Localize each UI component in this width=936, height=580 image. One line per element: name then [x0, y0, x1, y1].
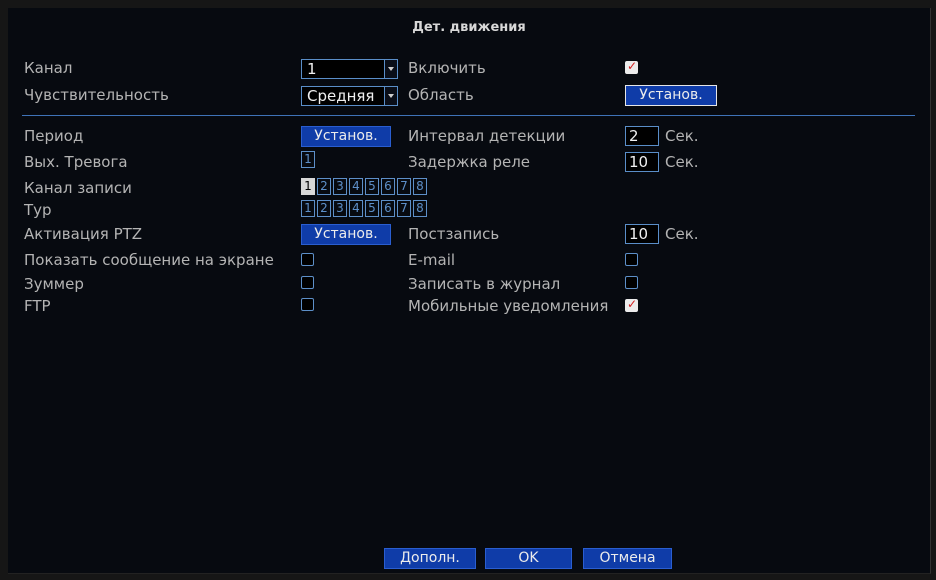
- show-message-label: Показать сообщение на экране: [24, 251, 274, 269]
- relay-delay-input[interactable]: 10: [625, 152, 659, 172]
- ok-button[interactable]: OK: [485, 548, 572, 569]
- record-channel-3-toggle[interactable]: 3: [333, 178, 347, 195]
- write-log-label: Записать в журнал: [408, 275, 561, 293]
- record-channel-6-toggle[interactable]: 6: [381, 178, 395, 195]
- divider: [22, 115, 915, 116]
- email-label: E-mail: [408, 251, 456, 269]
- tour-1-toggle[interactable]: 1: [301, 200, 315, 217]
- record-channel-2-toggle[interactable]: 2: [317, 178, 331, 195]
- tour-6-toggle[interactable]: 6: [381, 200, 395, 217]
- alarm-out-selector: 1: [301, 151, 315, 168]
- record-channel-1-toggle[interactable]: 1: [301, 178, 315, 195]
- record-channel-4-toggle[interactable]: 4: [349, 178, 363, 195]
- ptz-label: Активация PTZ: [24, 225, 143, 243]
- interval-unit: Сек.: [665, 127, 699, 145]
- buzzer-checkbox[interactable]: [301, 276, 314, 289]
- tour-label: Тур: [24, 201, 52, 219]
- chevron-down-icon[interactable]: [384, 60, 397, 78]
- enable-label: Включить: [408, 59, 486, 77]
- screen: Дет. движения Канал 1 Включить Чувствите…: [0, 0, 936, 580]
- region-label: Область: [408, 86, 474, 104]
- post-record-label: Постзапись: [408, 225, 500, 243]
- record-channel-7-toggle[interactable]: 7: [397, 178, 411, 195]
- period-set-button[interactable]: Установ.: [301, 126, 391, 147]
- record-channel-label: Канал записи: [24, 179, 132, 197]
- write-log-checkbox[interactable]: [625, 276, 638, 289]
- ptz-set-button[interactable]: Установ.: [301, 224, 391, 245]
- show-message-checkbox[interactable]: [301, 253, 314, 266]
- interval-label: Интервал детекции: [408, 127, 566, 145]
- cancel-button[interactable]: Отмена: [583, 548, 672, 569]
- buzzer-label: Зуммер: [24, 275, 84, 293]
- tour-5-toggle[interactable]: 5: [365, 200, 379, 217]
- record-channel-8-toggle[interactable]: 8: [413, 178, 427, 195]
- enable-checkbox[interactable]: [625, 59, 638, 74]
- chevron-down-icon[interactable]: [384, 87, 397, 105]
- relay-delay-unit: Сек.: [665, 153, 699, 171]
- tour-7-toggle[interactable]: 7: [397, 200, 411, 217]
- mobile-label: Мобильные уведомления: [408, 297, 609, 315]
- channel-dropdown-value: 1: [307, 60, 317, 78]
- advanced-button[interactable]: Дополн.: [384, 548, 476, 569]
- tour-4-toggle[interactable]: 4: [349, 200, 363, 217]
- motion-detection-dialog: Дет. движения Канал 1 Включить Чувствите…: [8, 8, 931, 574]
- record-channel-selector: 1 2 3 4 5 6 7 8: [301, 178, 427, 195]
- tour-8-toggle[interactable]: 8: [413, 200, 427, 217]
- tour-3-toggle[interactable]: 3: [333, 200, 347, 217]
- channel-label: Канал: [24, 59, 73, 77]
- ftp-checkbox[interactable]: [301, 298, 314, 311]
- record-channel-5-toggle[interactable]: 5: [365, 178, 379, 195]
- interval-input[interactable]: 2: [625, 126, 659, 146]
- alarm-out-1-toggle[interactable]: 1: [301, 151, 315, 168]
- post-record-input[interactable]: 10: [625, 224, 659, 244]
- dialog-title: Дет. движения: [412, 20, 526, 35]
- alarm-out-label: Вых. Тревога: [24, 153, 128, 171]
- tour-2-toggle[interactable]: 2: [317, 200, 331, 217]
- email-checkbox[interactable]: [625, 253, 638, 266]
- post-record-unit: Сек.: [665, 225, 699, 243]
- tour-selector: 1 2 3 4 5 6 7 8: [301, 200, 427, 217]
- period-label: Период: [24, 127, 84, 145]
- relay-delay-label: Задержка реле: [408, 153, 531, 171]
- ftp-label: FTP: [24, 297, 51, 315]
- sensitivity-label: Чувствительность: [24, 86, 169, 104]
- sensitivity-dropdown[interactable]: Средняя: [301, 86, 398, 106]
- mobile-checkbox[interactable]: [625, 297, 638, 312]
- region-set-button[interactable]: Установ.: [625, 85, 717, 106]
- channel-dropdown[interactable]: 1: [301, 59, 398, 79]
- sensitivity-dropdown-value: Средняя: [307, 87, 375, 105]
